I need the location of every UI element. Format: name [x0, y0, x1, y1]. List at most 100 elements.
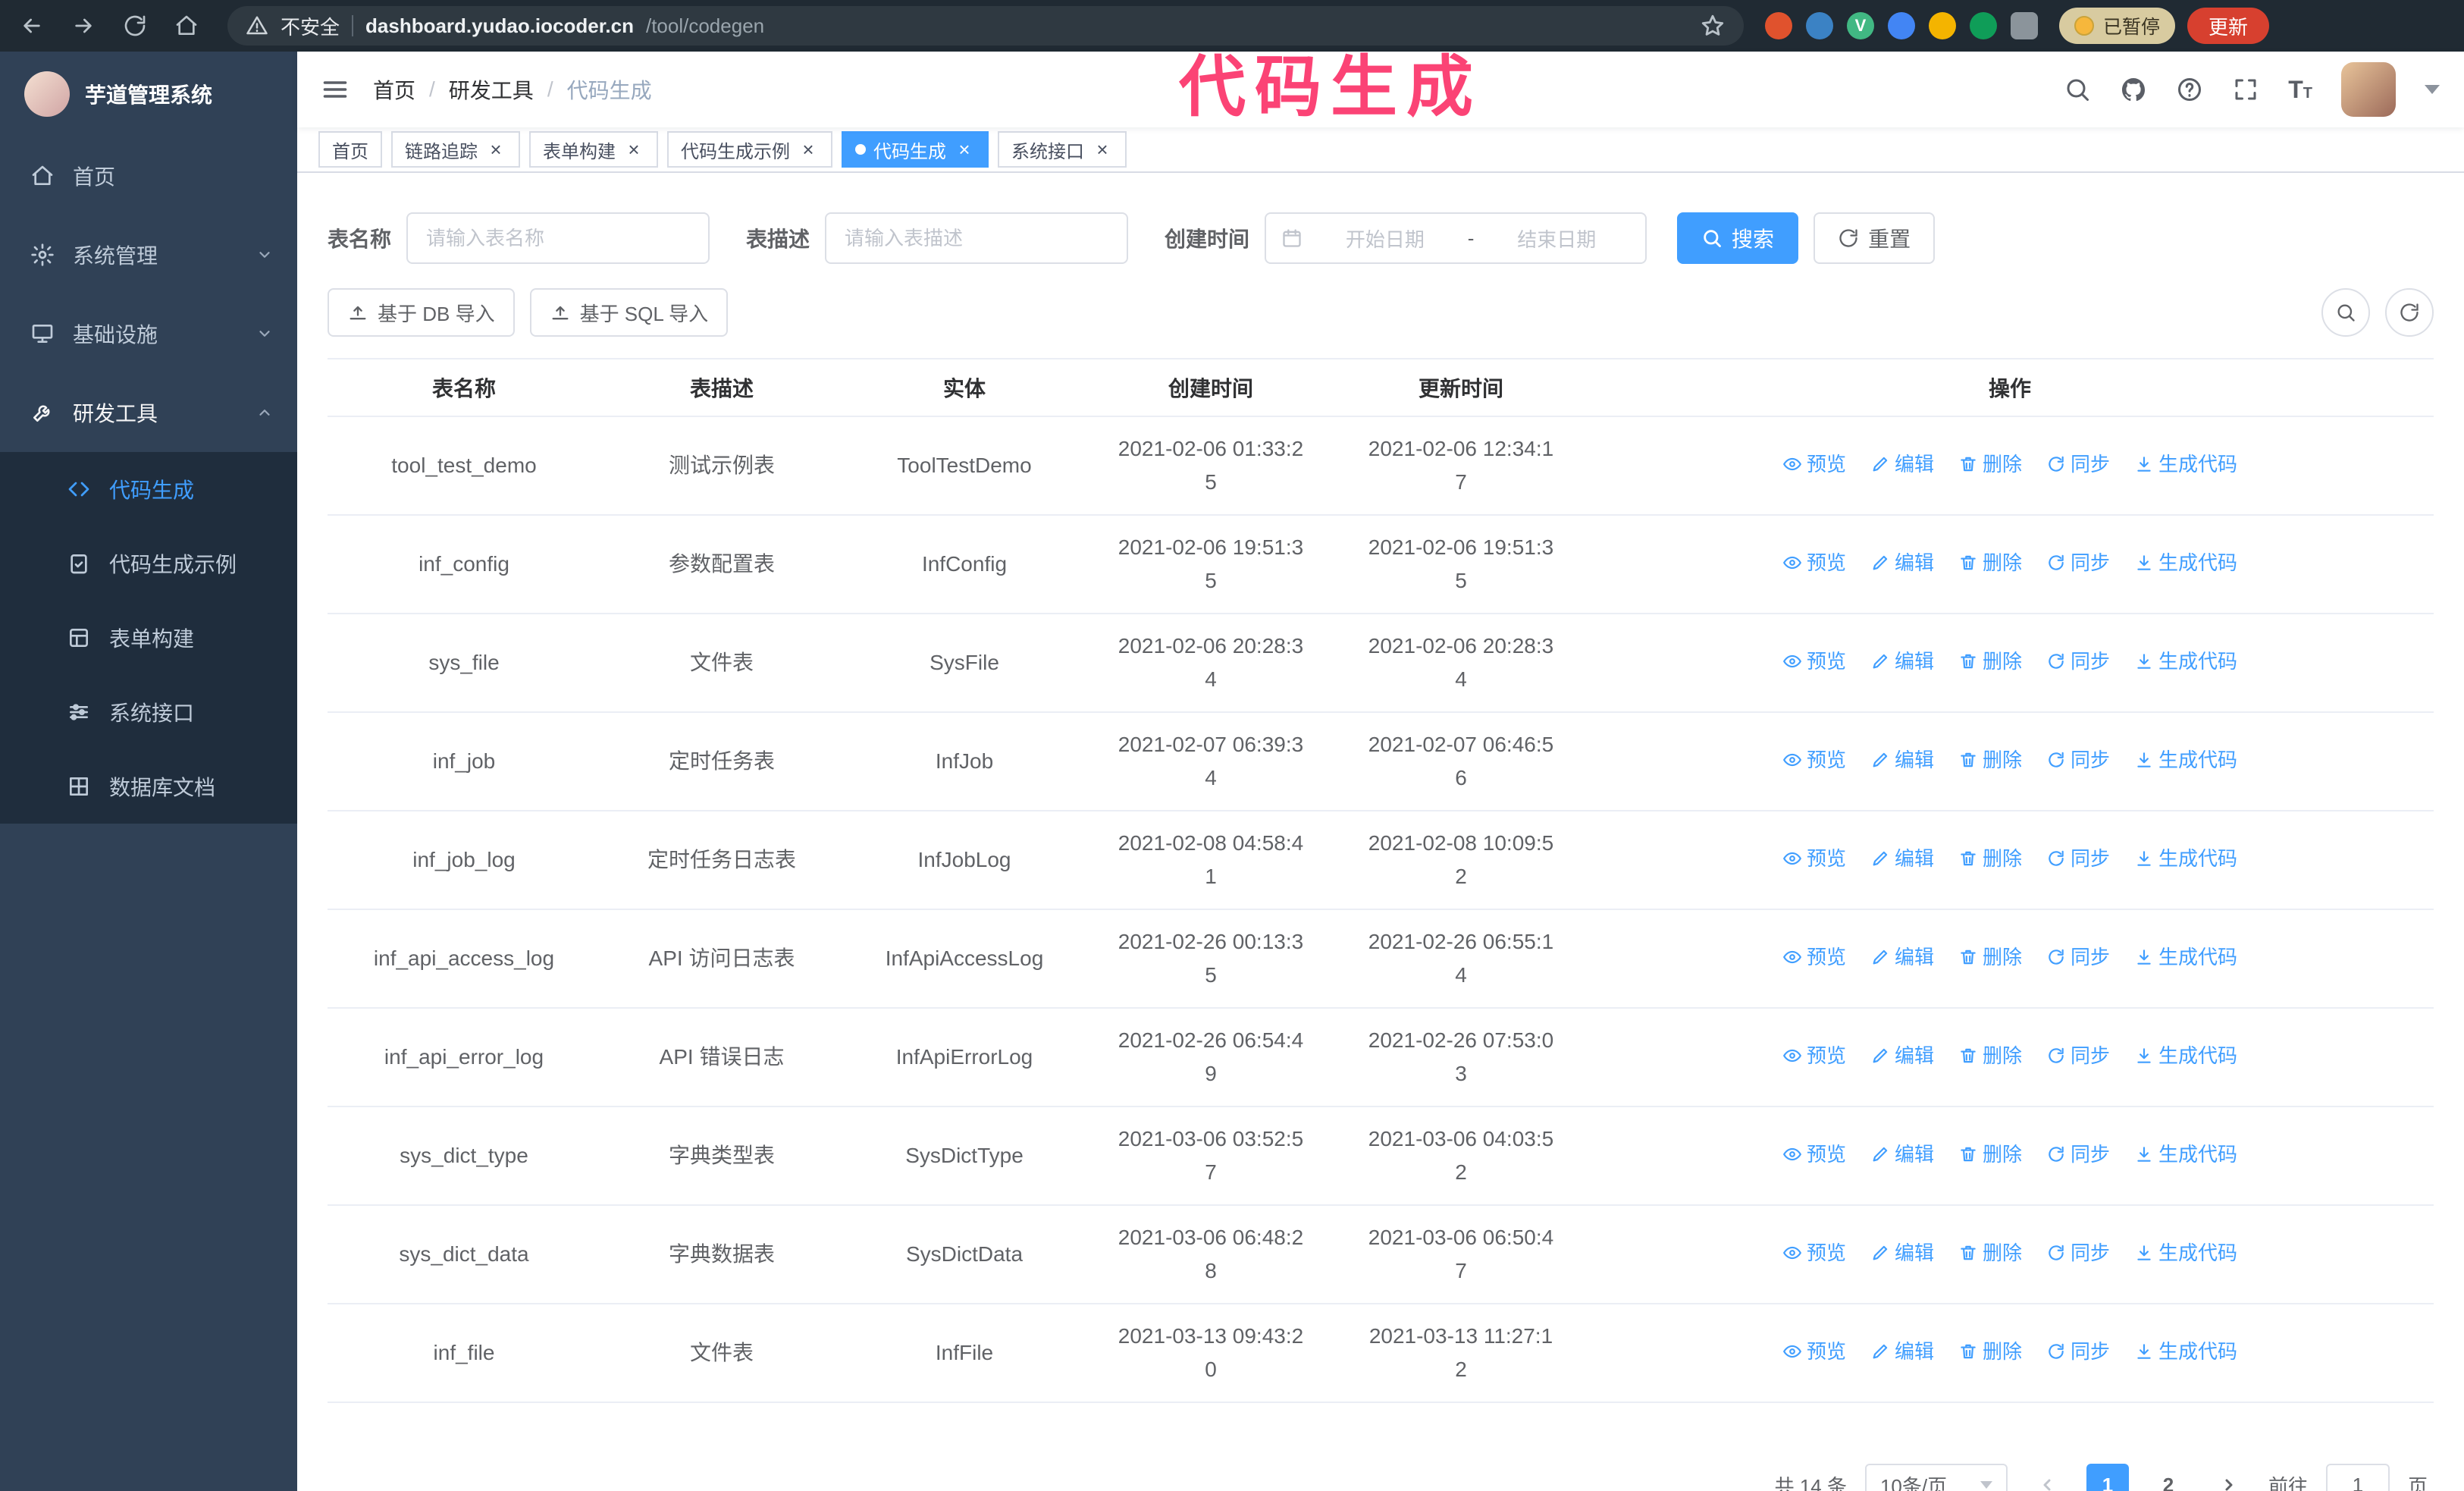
tab-close-icon[interactable]: ×: [485, 139, 506, 160]
browser-extension-icon[interactable]: [1765, 12, 1792, 39]
action-delete-link[interactable]: 删除: [1958, 1236, 2022, 1270]
help-icon[interactable]: [2176, 76, 2203, 103]
action-sync-link[interactable]: 同步: [2046, 842, 2110, 875]
reset-button[interactable]: 重置: [1814, 212, 1936, 264]
app-logo[interactable]: 芋道管理系统: [0, 52, 297, 137]
action-sync-link[interactable]: 同步: [2046, 645, 2110, 678]
action-delete-link[interactable]: 删除: [1958, 842, 2022, 875]
search-icon[interactable]: [2064, 76, 2091, 103]
action-generate-link[interactable]: 生成代码: [2134, 842, 2237, 875]
sidebar-item-system-management[interactable]: 系统管理: [0, 215, 297, 294]
page-button-1[interactable]: 1: [2086, 1464, 2129, 1491]
user-avatar[interactable]: [2341, 62, 2396, 117]
page-button-2[interactable]: 2: [2146, 1464, 2190, 1491]
start-date-placeholder[interactable]: 开始日期: [1312, 224, 1459, 253]
action-edit-link[interactable]: 编辑: [1870, 1039, 1934, 1072]
action-edit-link[interactable]: 编辑: [1870, 1138, 1934, 1171]
prev-page-button[interactable]: [2025, 1464, 2068, 1491]
browser-extension-icon[interactable]: [1888, 12, 1915, 39]
date-range-picker[interactable]: 开始日期 - 结束日期: [1265, 212, 1647, 264]
action-generate-link[interactable]: 生成代码: [2134, 546, 2237, 579]
action-sync-link[interactable]: 同步: [2046, 1236, 2110, 1270]
action-sync-link[interactable]: 同步: [2046, 546, 2110, 579]
action-edit-link[interactable]: 编辑: [1870, 645, 1934, 678]
tab-codegen-example[interactable]: 代码生成示例 ×: [667, 131, 832, 168]
forward-icon[interactable]: [70, 12, 97, 39]
action-preview-link[interactable]: 预览: [1782, 1039, 1846, 1072]
browser-extension-icon[interactable]: [1806, 12, 1833, 39]
action-edit-link[interactable]: 编辑: [1870, 842, 1934, 875]
action-sync-link[interactable]: 同步: [2046, 1138, 2110, 1171]
breadcrumb-home[interactable]: 首页: [373, 74, 415, 105]
action-edit-link[interactable]: 编辑: [1870, 940, 1934, 974]
action-generate-link[interactable]: 生成代码: [2134, 1236, 2237, 1270]
tab-close-icon[interactable]: ×: [623, 139, 644, 160]
sidebar-item-home[interactable]: 首页: [0, 137, 297, 215]
action-preview-link[interactable]: 预览: [1782, 940, 1846, 974]
sidebar-item-codegen-example[interactable]: 代码生成示例: [0, 526, 297, 601]
tab-code-generation[interactable]: 代码生成 ×: [842, 131, 989, 168]
goto-page-input[interactable]: [2325, 1464, 2390, 1491]
action-preview-link[interactable]: 预览: [1782, 743, 1846, 777]
action-preview-link[interactable]: 预览: [1782, 1138, 1846, 1171]
action-edit-link[interactable]: 编辑: [1870, 447, 1934, 481]
user-menu-caret-icon[interactable]: [2425, 85, 2440, 94]
action-generate-link[interactable]: 生成代码: [2134, 645, 2237, 678]
hamburger-icon[interactable]: [297, 76, 373, 103]
action-generate-link[interactable]: 生成代码: [2134, 1039, 2237, 1072]
breadcrumb-dev-tools[interactable]: 研发工具: [449, 74, 534, 105]
end-date-placeholder[interactable]: 结束日期: [1483, 224, 1630, 253]
action-preview-link[interactable]: 预览: [1782, 645, 1846, 678]
sidebar-item-dev-tools[interactable]: 研发工具: [0, 373, 297, 452]
font-size-icon[interactable]: TT: [2288, 77, 2312, 102]
action-sync-link[interactable]: 同步: [2046, 447, 2110, 481]
sidebar-item-infrastructure[interactable]: 基础设施: [0, 294, 297, 373]
page-size-select[interactable]: 10条/页: [1864, 1464, 2008, 1491]
toggle-search-button[interactable]: [2321, 288, 2370, 337]
home-icon[interactable]: [173, 12, 200, 39]
action-sync-link[interactable]: 同步: [2046, 743, 2110, 777]
address-bar[interactable]: 不安全 dashboard.yudao.iocoder.cn/tool/code…: [227, 6, 1744, 46]
action-delete-link[interactable]: 删除: [1958, 940, 2022, 974]
browser-extension-icon[interactable]: [1929, 12, 1956, 39]
vue-devtools-extension-icon[interactable]: V: [1847, 12, 1874, 39]
paused-badge[interactable]: 已暂停: [2059, 8, 2176, 44]
tab-form-builder[interactable]: 表单构建 ×: [529, 131, 658, 168]
action-delete-link[interactable]: 删除: [1958, 1138, 2022, 1171]
extensions-puzzle-icon[interactable]: [2011, 12, 2038, 39]
action-sync-link[interactable]: 同步: [2046, 1335, 2110, 1368]
action-delete-link[interactable]: 删除: [1958, 1335, 2022, 1368]
action-preview-link[interactable]: 预览: [1782, 1236, 1846, 1270]
action-edit-link[interactable]: 编辑: [1870, 743, 1934, 777]
action-edit-link[interactable]: 编辑: [1870, 546, 1934, 579]
action-generate-link[interactable]: 生成代码: [2134, 1335, 2237, 1368]
action-generate-link[interactable]: 生成代码: [2134, 1138, 2237, 1171]
action-edit-link[interactable]: 编辑: [1870, 1236, 1934, 1270]
reload-icon[interactable]: [121, 12, 149, 39]
import-db-button[interactable]: 基于 DB 导入: [328, 288, 515, 337]
tab-close-icon[interactable]: ×: [798, 139, 819, 160]
action-delete-link[interactable]: 删除: [1958, 447, 2022, 481]
action-generate-link[interactable]: 生成代码: [2134, 940, 2237, 974]
bookmark-star-icon[interactable]: [1700, 13, 1726, 39]
github-icon[interactable]: [2120, 76, 2147, 103]
action-generate-link[interactable]: 生成代码: [2134, 447, 2237, 481]
action-preview-link[interactable]: 预览: [1782, 1335, 1846, 1368]
table-desc-input[interactable]: [825, 212, 1129, 264]
action-generate-link[interactable]: 生成代码: [2134, 743, 2237, 777]
action-delete-link[interactable]: 删除: [1958, 743, 2022, 777]
sidebar-item-database-docs[interactable]: 数据库文档: [0, 749, 297, 824]
sidebar-item-code-generation[interactable]: 代码生成: [0, 452, 297, 526]
back-icon[interactable]: [18, 12, 45, 39]
action-preview-link[interactable]: 预览: [1782, 546, 1846, 579]
tab-close-icon[interactable]: ×: [954, 139, 975, 160]
next-page-button[interactable]: [2207, 1464, 2250, 1491]
action-delete-link[interactable]: 删除: [1958, 1039, 2022, 1072]
search-button[interactable]: 搜索: [1677, 212, 1799, 264]
browser-update-button[interactable]: 更新: [2187, 8, 2270, 44]
import-sql-button[interactable]: 基于 SQL 导入: [529, 288, 729, 337]
sidebar-item-form-builder[interactable]: 表单构建: [0, 601, 297, 675]
tab-close-icon[interactable]: ×: [1092, 139, 1113, 160]
table-name-input[interactable]: [406, 212, 710, 264]
sidebar-item-system-api[interactable]: 系统接口: [0, 675, 297, 749]
